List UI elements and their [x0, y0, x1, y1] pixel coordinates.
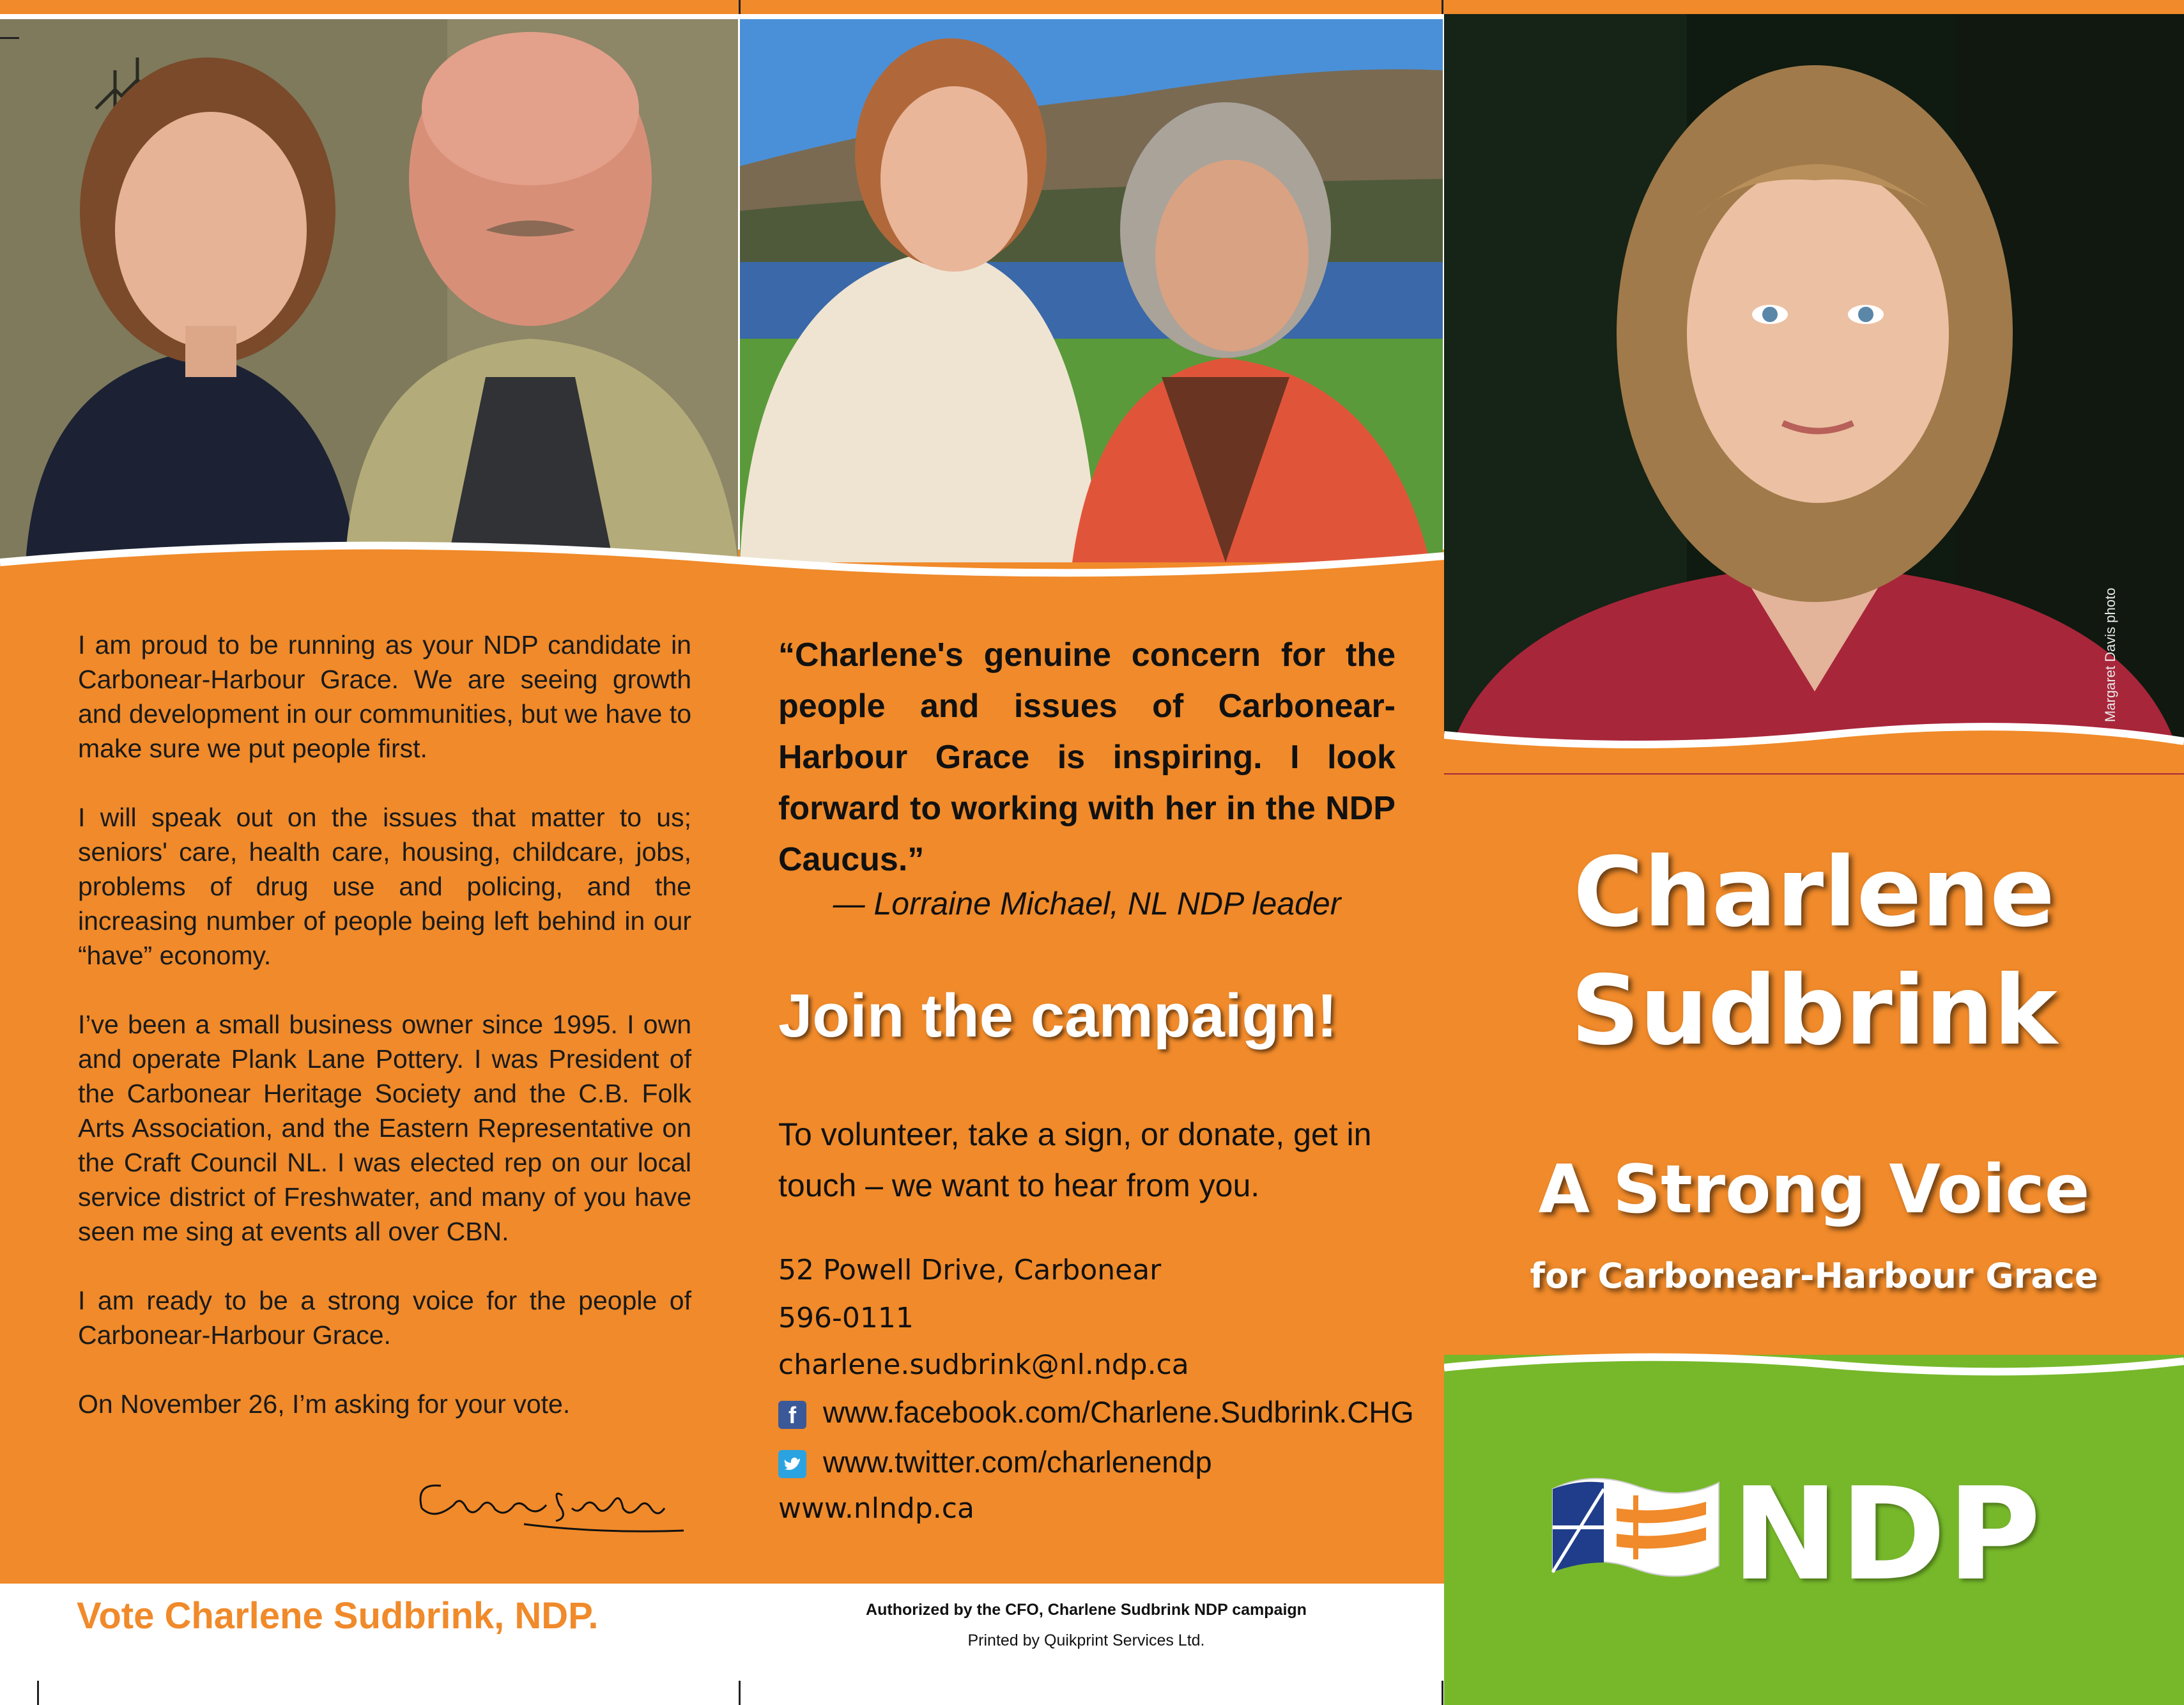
photo-candidate-with-lorraine-michael	[740, 19, 1443, 562]
statement-paragraph-5: On November 26, I’m asking for your vote…	[78, 1389, 571, 1419]
tagline: A Strong Voice	[1538, 1150, 2090, 1228]
candidate-last-name: Sudbrink	[1571, 955, 2057, 1067]
statement-paragraph-4: I am ready to be a strong voice for the …	[78, 1286, 691, 1350]
ndp-logo-text: NDP	[1732, 1460, 2042, 1609]
statement-paragraph-1: I am proud to be running as your NDP can…	[78, 630, 691, 763]
candidate-signature	[419, 1484, 684, 1532]
contact-phone: 596-0111	[778, 1302, 914, 1334]
trim-mark	[739, 1681, 741, 1705]
trim-mark	[739, 0, 741, 14]
photo-credit: Margaret Davis photo	[2102, 587, 2118, 722]
contact-email[interactable]: charlene.sudbrink@nl.ndp.ca	[778, 1348, 1189, 1381]
photo-candidate-portrait	[1444, 14, 2184, 775]
statement-paragraph-2: I will speak out on the issues that matt…	[78, 803, 691, 970]
volunteer-text: To volunteer, take a sign, or donate, ge…	[778, 1116, 1372, 1203]
quote-attribution: — Lorraine Michael, NL NDP leader	[833, 886, 1341, 922]
candidate-first-name: Charlene	[1573, 837, 2055, 948]
facebook-icon: f	[778, 1401, 806, 1429]
candidate-statement: I am proud to be running as your NDP can…	[78, 628, 691, 1421]
footer-vote-slogan: Vote Charlene Sudbrink, NDP.	[77, 1595, 599, 1637]
endorsement-quote: “Charlene's genuine concern for the peop…	[778, 636, 1396, 878]
statement-paragraph-3: I’ve been a small business owner since 1…	[78, 1010, 691, 1246]
join-campaign-heading: Join the campaign!	[778, 982, 1337, 1050]
trim-mark	[37, 1681, 39, 1705]
wave-divider-right-top	[1444, 723, 2184, 773]
sub-tagline: for Carbonear-Harbour Grace	[1530, 1256, 2098, 1296]
trim-mark	[0, 37, 19, 39]
website-link[interactable]: www.nlndp.ca	[778, 1492, 974, 1525]
photo-candidate-with-supporter	[0, 19, 738, 562]
wave-divider-right-bottom	[1444, 1353, 2184, 1400]
top-orange-band	[0, 0, 2184, 14]
contact-address: 52 Powell Drive, Carbonear	[778, 1254, 1162, 1286]
nl-flag-icon	[1551, 1477, 1719, 1577]
trim-mark	[1442, 1681, 1443, 1705]
trim-mark	[1442, 0, 1443, 14]
wave-divider-left-middle	[0, 541, 1444, 588]
authorized-by-line: Authorized by the CFO, Charlene Sudbrink…	[866, 1601, 1307, 1619]
facebook-link[interactable]: www.facebook.com/Charlene.Sudbrink.CHG	[823, 1394, 1414, 1430]
twitter-link[interactable]: www.twitter.com/charlenendp	[823, 1444, 1212, 1479]
printed-by-line: Printed by Quikprint Services Ltd.	[967, 1632, 1205, 1649]
twitter-icon	[778, 1450, 806, 1478]
